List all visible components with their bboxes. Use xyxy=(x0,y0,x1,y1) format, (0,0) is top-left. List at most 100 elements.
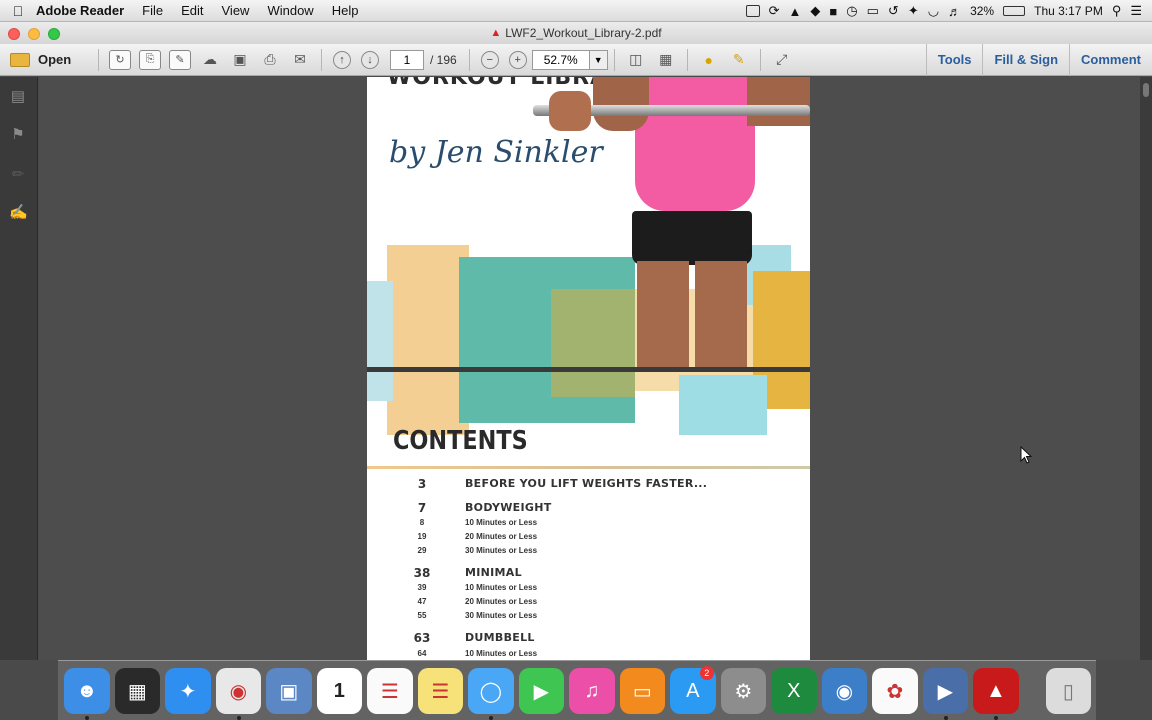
vertical-scrollbar[interactable] xyxy=(1140,77,1152,660)
toolbar-divider xyxy=(686,48,688,71)
window-zoom-button[interactable] xyxy=(48,28,60,40)
zoom-out-icon[interactable]: − xyxy=(480,50,499,69)
messages-icon[interactable]: ◯ xyxy=(468,668,514,720)
battery-icon[interactable] xyxy=(1003,6,1026,16)
tools-button[interactable]: Tools xyxy=(925,44,983,76)
trash-icon[interactable]: ▯ xyxy=(1045,668,1092,714)
calendar-icon[interactable]: 1 xyxy=(316,668,363,714)
spotlight-icon[interactable]: ⚲ xyxy=(1112,3,1122,19)
apple-menu-icon[interactable]:  xyxy=(0,3,36,19)
toc-sub-page-number: 19 xyxy=(417,532,427,541)
globe-icon[interactable]: ◉ xyxy=(821,668,868,714)
menu-view[interactable]: View xyxy=(222,3,250,18)
toolbar-divider xyxy=(759,48,761,71)
dock: ☻ ▦ ✦ ◉ ▣ 1 ☰ ☰ ◯ ▶ ♫ ▭ A 2 ⚙ X ◉ ✿ ▶ ▲ ▯ xyxy=(58,662,1096,720)
comment-button[interactable]: Comment xyxy=(1069,44,1152,76)
document-view[interactable]: WORKOUT LIBRARY by Jen Sinkler CONTENTS … xyxy=(39,77,1140,660)
adobe-icon[interactable]: ▲ xyxy=(789,4,802,19)
toc-page-number: 7 xyxy=(417,501,427,515)
window-minimize-button[interactable] xyxy=(28,28,40,40)
save-icon[interactable]: ▣ xyxy=(229,50,251,70)
toc-sub-page-number: 8 xyxy=(419,518,425,527)
reminders-icon[interactable]: ☰ xyxy=(367,668,413,714)
window-close-button[interactable] xyxy=(8,28,20,40)
sticky-note-icon[interactable]: ● xyxy=(698,50,720,70)
safari-icon[interactable]: ✦ xyxy=(165,668,211,714)
excel-icon[interactable]: X xyxy=(771,668,817,714)
toc-sub-title: 10 Minutes or Less xyxy=(465,583,538,592)
create-pdf-icon[interactable]: ↻ xyxy=(109,49,131,70)
menu-help[interactable]: Help xyxy=(332,3,359,18)
fill-sign-button[interactable]: Fill & Sign xyxy=(982,44,1069,76)
print-icon[interactable]: ⎙ xyxy=(259,50,281,70)
toc-title: DUMBBELL xyxy=(465,631,535,644)
scrollbar-thumb[interactable] xyxy=(1143,83,1149,97)
preview-icon[interactable]: ▣ xyxy=(266,668,312,714)
athlete-leg-shape xyxy=(637,261,689,367)
evernote-icon[interactable]: ■ xyxy=(829,4,837,19)
menu-edit[interactable]: Edit xyxy=(181,3,203,18)
airplay-icon[interactable]: ▭ xyxy=(867,3,879,19)
notification-center-icon[interactable]: ☰ xyxy=(1130,3,1142,19)
page-thumbnails-icon[interactable]: ▤ xyxy=(9,87,27,105)
clock[interactable]: Thu 3:17 PM xyxy=(1034,4,1103,18)
open-button[interactable]: Open xyxy=(0,52,92,67)
export-pdf-icon[interactable]: ⎘ xyxy=(139,49,161,70)
decor-sky-block xyxy=(679,375,767,435)
finder-icon[interactable]: ☻ xyxy=(64,668,110,720)
wifi-icon[interactable]: ◡ xyxy=(928,3,939,19)
zoom-dropdown-icon[interactable]: ▼ xyxy=(589,49,608,70)
facetime-icon[interactable]: ▶ xyxy=(518,668,565,714)
page-number-input[interactable] xyxy=(390,49,424,70)
cloud-upload-icon[interactable]: ☁ xyxy=(199,50,221,70)
adobe-reader-icon[interactable]: ▲ xyxy=(973,668,1019,720)
menu-file[interactable]: File xyxy=(142,3,163,18)
previous-page-icon[interactable]: ↑ xyxy=(333,50,351,69)
time-machine-icon[interactable]: ↺ xyxy=(888,3,899,19)
timer-icon[interactable]: ◷ xyxy=(846,3,857,19)
window-title-bar: ▲ LWF2_Workout_Library-2.pdf xyxy=(0,22,1152,44)
fit-width-icon[interactable]: ◫ xyxy=(625,50,647,70)
bookmarks-icon[interactable]: ⚑ xyxy=(9,125,27,143)
mission-control-icon[interactable]: ▦ xyxy=(114,668,161,714)
attachments-icon[interactable]: ✏ xyxy=(9,165,27,183)
running-indicator xyxy=(994,716,998,720)
page-total: / 196 xyxy=(430,52,457,67)
camera-icon[interactable] xyxy=(745,5,760,17)
signatures-icon[interactable]: ✍ xyxy=(9,203,28,221)
decor-cyan-block xyxy=(367,281,393,401)
menu-window[interactable]: Window xyxy=(267,3,313,18)
itunes-icon[interactable]: ♫ xyxy=(569,668,615,714)
open-label: Open xyxy=(38,52,72,67)
photos-icon[interactable]: ✿ xyxy=(872,668,918,714)
athlete-arm-shape xyxy=(747,77,810,126)
update-badge: 2 xyxy=(699,666,714,680)
battery-percent[interactable]: 32% xyxy=(970,4,994,18)
zoom-input[interactable] xyxy=(531,49,590,70)
next-page-icon[interactable]: ↓ xyxy=(361,50,379,69)
bluetooth-icon[interactable]: ✦ xyxy=(908,3,919,19)
app-store-icon[interactable]: A2 xyxy=(670,666,716,714)
running-indicator xyxy=(489,716,493,720)
toc-page-number: 3 xyxy=(417,477,427,491)
notes-icon[interactable]: ☰ xyxy=(417,668,464,714)
full-screen-icon[interactable]: ⤢ xyxy=(771,50,793,70)
highlight-icon[interactable]: ✎ xyxy=(728,50,750,70)
system-preferences-icon[interactable]: ⚙ xyxy=(720,668,767,714)
sync-icon[interactable]: ⟳ xyxy=(769,3,780,19)
toc-sub-title: 20 Minutes or Less xyxy=(465,532,538,541)
clapper-icon[interactable]: ▶ xyxy=(922,668,969,720)
toc-title: BEFORE YOU LIFT WEIGHTS FASTER... xyxy=(465,477,708,490)
toc-sub-title: 10 Minutes or Less xyxy=(465,649,538,658)
chrome-icon[interactable]: ◉ xyxy=(215,668,262,720)
dropbox-icon[interactable]: ◆ xyxy=(810,3,820,19)
email-icon[interactable]: ✉ xyxy=(289,50,311,70)
menu-app-name[interactable]: Adobe Reader xyxy=(36,3,124,18)
edit-pdf-icon[interactable]: ✎ xyxy=(169,49,191,70)
ibooks-icon[interactable]: ▭ xyxy=(619,668,666,714)
zoom-in-icon[interactable]: + xyxy=(508,50,527,69)
fit-page-icon[interactable]: ▦ xyxy=(655,50,677,70)
running-indicator xyxy=(236,716,241,720)
window-title: LWF2_Workout_Library-2.pdf xyxy=(505,26,662,40)
volume-icon[interactable]: ♬ xyxy=(948,4,961,19)
